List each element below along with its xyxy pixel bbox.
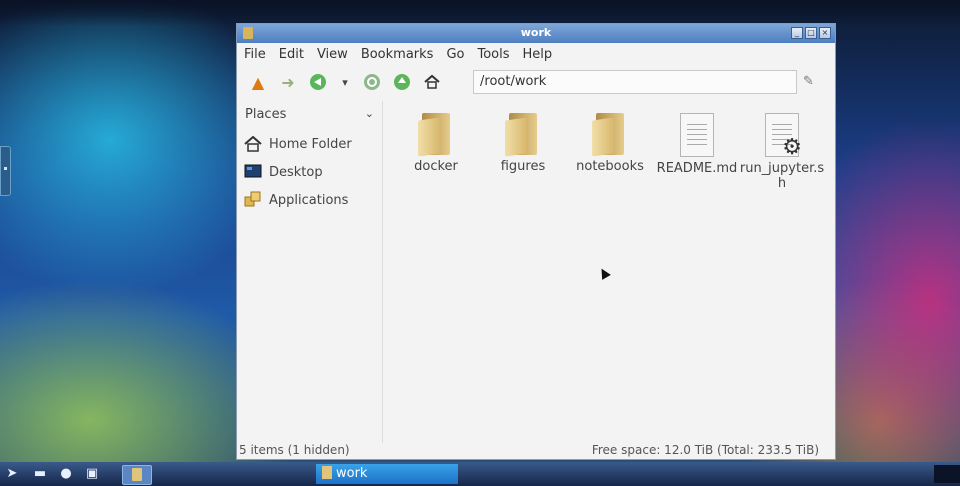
file-item-run-jupyter[interactable]: ⚙ run_jupyter.sh xyxy=(739,113,825,191)
location-bar[interactable]: /root/work xyxy=(473,70,797,94)
file-item-notebooks[interactable]: notebooks xyxy=(567,113,653,174)
file-name: notebooks xyxy=(576,159,644,174)
file-name: README.md xyxy=(656,161,738,176)
file-view[interactable]: docker figures notebooks README.md ⚙ run… xyxy=(387,101,833,443)
desktop-icon xyxy=(243,163,263,181)
minimize-all-icon[interactable]: ▬ xyxy=(32,466,48,482)
workspace-icon[interactable]: ▣ xyxy=(84,466,100,482)
forward-icon[interactable]: ➜ xyxy=(273,68,303,96)
menu-go[interactable]: Go xyxy=(446,47,464,62)
places-title: Places xyxy=(245,107,287,122)
script-file-icon: ⚙ xyxy=(765,113,802,160)
sidebar-item-label: Desktop xyxy=(269,164,323,180)
menu-edit[interactable]: Edit xyxy=(279,47,304,62)
taskbar: ➤ ▬ ● ▣ work xyxy=(0,462,960,486)
sidebar-item-label: Home Folder xyxy=(269,136,352,152)
chat-icon[interactable]: ● xyxy=(58,466,74,482)
free-space: Free space: 12.0 TiB (Total: 233.5 TiB) xyxy=(591,443,819,457)
sidebar-item-desktop[interactable]: Desktop xyxy=(237,158,382,186)
menu-help[interactable]: Help xyxy=(523,47,553,62)
history-dropdown-icon[interactable]: ▾ xyxy=(333,68,357,96)
location-clear-icon[interactable]: ✎ xyxy=(803,74,823,92)
chevron-down-icon[interactable]: ⌄ xyxy=(365,107,374,122)
start-menu-icon[interactable]: ➤ xyxy=(4,466,20,482)
file-manager-launcher-icon[interactable] xyxy=(122,465,152,485)
window-title: work xyxy=(520,26,552,39)
menu-view[interactable]: View xyxy=(317,47,348,62)
sidebar-item-label: Applications xyxy=(269,192,349,208)
warning-icon[interactable]: ▲ xyxy=(243,68,273,96)
file-name: figures xyxy=(500,159,546,174)
folder-icon xyxy=(418,113,454,157)
titlebar[interactable]: work _ □ × xyxy=(237,24,835,43)
text-file-icon xyxy=(680,113,714,157)
places-header[interactable]: Places ⌄ xyxy=(237,101,382,122)
item-count: 5 items (1 hidden) xyxy=(239,443,350,457)
sidebar-item-applications[interactable]: Applications xyxy=(237,186,382,214)
home-icon xyxy=(243,135,263,153)
menu-bookmarks[interactable]: Bookmarks xyxy=(361,47,434,62)
file-name: docker xyxy=(414,159,458,174)
reload-icon[interactable] xyxy=(357,68,387,96)
maximize-button[interactable]: □ xyxy=(805,27,817,39)
folder-icon xyxy=(505,113,541,157)
task-label: work xyxy=(336,466,368,481)
back-icon[interactable] xyxy=(303,68,333,96)
window-controls: _ □ × xyxy=(791,27,831,39)
menu-tools[interactable]: Tools xyxy=(477,47,509,62)
folder-icon xyxy=(322,466,332,479)
minimize-button[interactable]: _ xyxy=(791,27,803,39)
home-icon[interactable] xyxy=(417,68,447,96)
places-sidebar: Places ⌄ Home Folder Desktop Application… xyxy=(237,101,383,443)
file-item-readme[interactable]: README.md xyxy=(654,113,740,176)
file-item-figures[interactable]: figures xyxy=(480,113,566,174)
taskbar-task-work[interactable]: work xyxy=(316,464,458,484)
system-tray[interactable] xyxy=(934,465,960,483)
file-name: run_jupyter.sh xyxy=(739,161,825,191)
file-manager-window: work _ □ × File Edit View Bookmarks Go T… xyxy=(236,23,836,460)
menu-file[interactable]: File xyxy=(244,47,266,62)
menubar: File Edit View Bookmarks Go Tools Help xyxy=(237,43,835,65)
gear-icon: ⚙ xyxy=(782,135,802,160)
desktop-side-handle[interactable] xyxy=(0,146,11,196)
statusbar: 5 items (1 hidden) Free space: 12.0 TiB … xyxy=(237,442,835,460)
toolbar: ▲ ➜ ▾ /root/work ✎ xyxy=(237,65,835,99)
up-icon[interactable] xyxy=(387,68,417,96)
close-button[interactable]: × xyxy=(819,27,831,39)
applications-icon xyxy=(243,191,263,209)
sidebar-item-home-folder[interactable]: Home Folder xyxy=(237,130,382,158)
folder-icon xyxy=(592,113,628,157)
file-item-docker[interactable]: docker xyxy=(393,113,479,174)
